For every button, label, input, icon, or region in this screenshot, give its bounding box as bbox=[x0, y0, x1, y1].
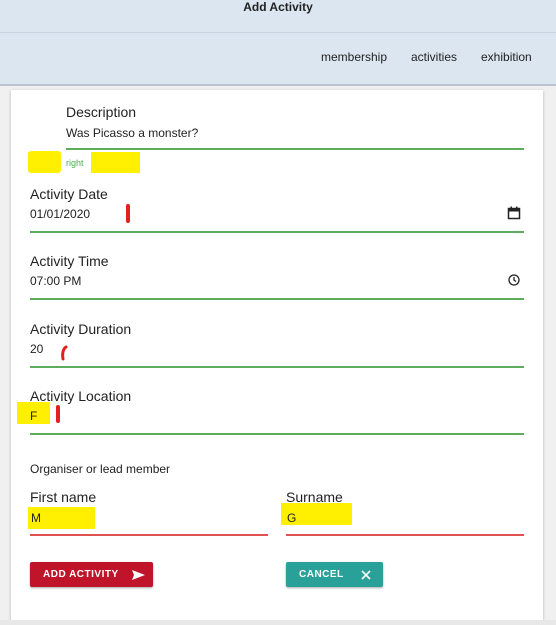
red-annotation-mark bbox=[56, 405, 60, 423]
cancel-label: CANCEL bbox=[299, 569, 344, 580]
red-annotation-mark bbox=[61, 345, 68, 361]
location-input[interactable]: F bbox=[30, 409, 37, 423]
page-footer-strip bbox=[0, 620, 556, 625]
time-label: Activity Time bbox=[30, 253, 109, 269]
time-input[interactable]: 07:00 PM bbox=[30, 274, 81, 288]
duration-input[interactable]: 20 bbox=[30, 342, 43, 356]
description-input[interactable]: Was Picasso a monster? bbox=[66, 126, 198, 140]
add-activity-label: ADD ACTIVITY bbox=[43, 569, 119, 580]
organiser-heading: Organiser or lead member bbox=[30, 462, 171, 476]
calendar-icon[interactable] bbox=[507, 206, 521, 220]
surname-input[interactable]: G bbox=[287, 511, 296, 525]
duration-label: Activity Duration bbox=[30, 321, 132, 337]
surname-underline bbox=[286, 534, 524, 536]
app-header: Add Activity membership activities exhib… bbox=[0, 0, 556, 86]
nav-link-membership[interactable]: membership bbox=[321, 50, 387, 64]
location-underline bbox=[30, 433, 524, 435]
date-label: Activity Date bbox=[30, 186, 108, 202]
time-underline bbox=[30, 298, 524, 300]
date-input[interactable]: 01/01/2020 bbox=[30, 207, 90, 221]
duration-underline bbox=[30, 366, 524, 368]
nav-link-exhibition[interactable]: exhibition bbox=[481, 50, 532, 64]
send-icon bbox=[131, 569, 145, 580]
first-name-label: First name bbox=[30, 489, 97, 505]
close-icon bbox=[361, 569, 371, 580]
page-title: Add Activity bbox=[243, 0, 313, 14]
description-hint: right bbox=[66, 158, 84, 168]
highlight-mark bbox=[28, 151, 61, 173]
nav-link-activities[interactable]: activities bbox=[411, 50, 457, 64]
header-divider bbox=[0, 32, 556, 33]
description-underline bbox=[66, 148, 524, 150]
date-underline bbox=[30, 231, 524, 233]
red-annotation-mark bbox=[126, 204, 130, 223]
description-label: Description bbox=[66, 104, 137, 120]
highlight-mark bbox=[91, 152, 140, 173]
add-activity-button[interactable]: ADD ACTIVITY bbox=[30, 562, 153, 587]
first-name-input[interactable]: M bbox=[31, 511, 41, 525]
clock-icon[interactable] bbox=[508, 274, 520, 286]
cancel-button[interactable]: CANCEL bbox=[286, 562, 383, 587]
first-name-underline bbox=[30, 534, 268, 536]
